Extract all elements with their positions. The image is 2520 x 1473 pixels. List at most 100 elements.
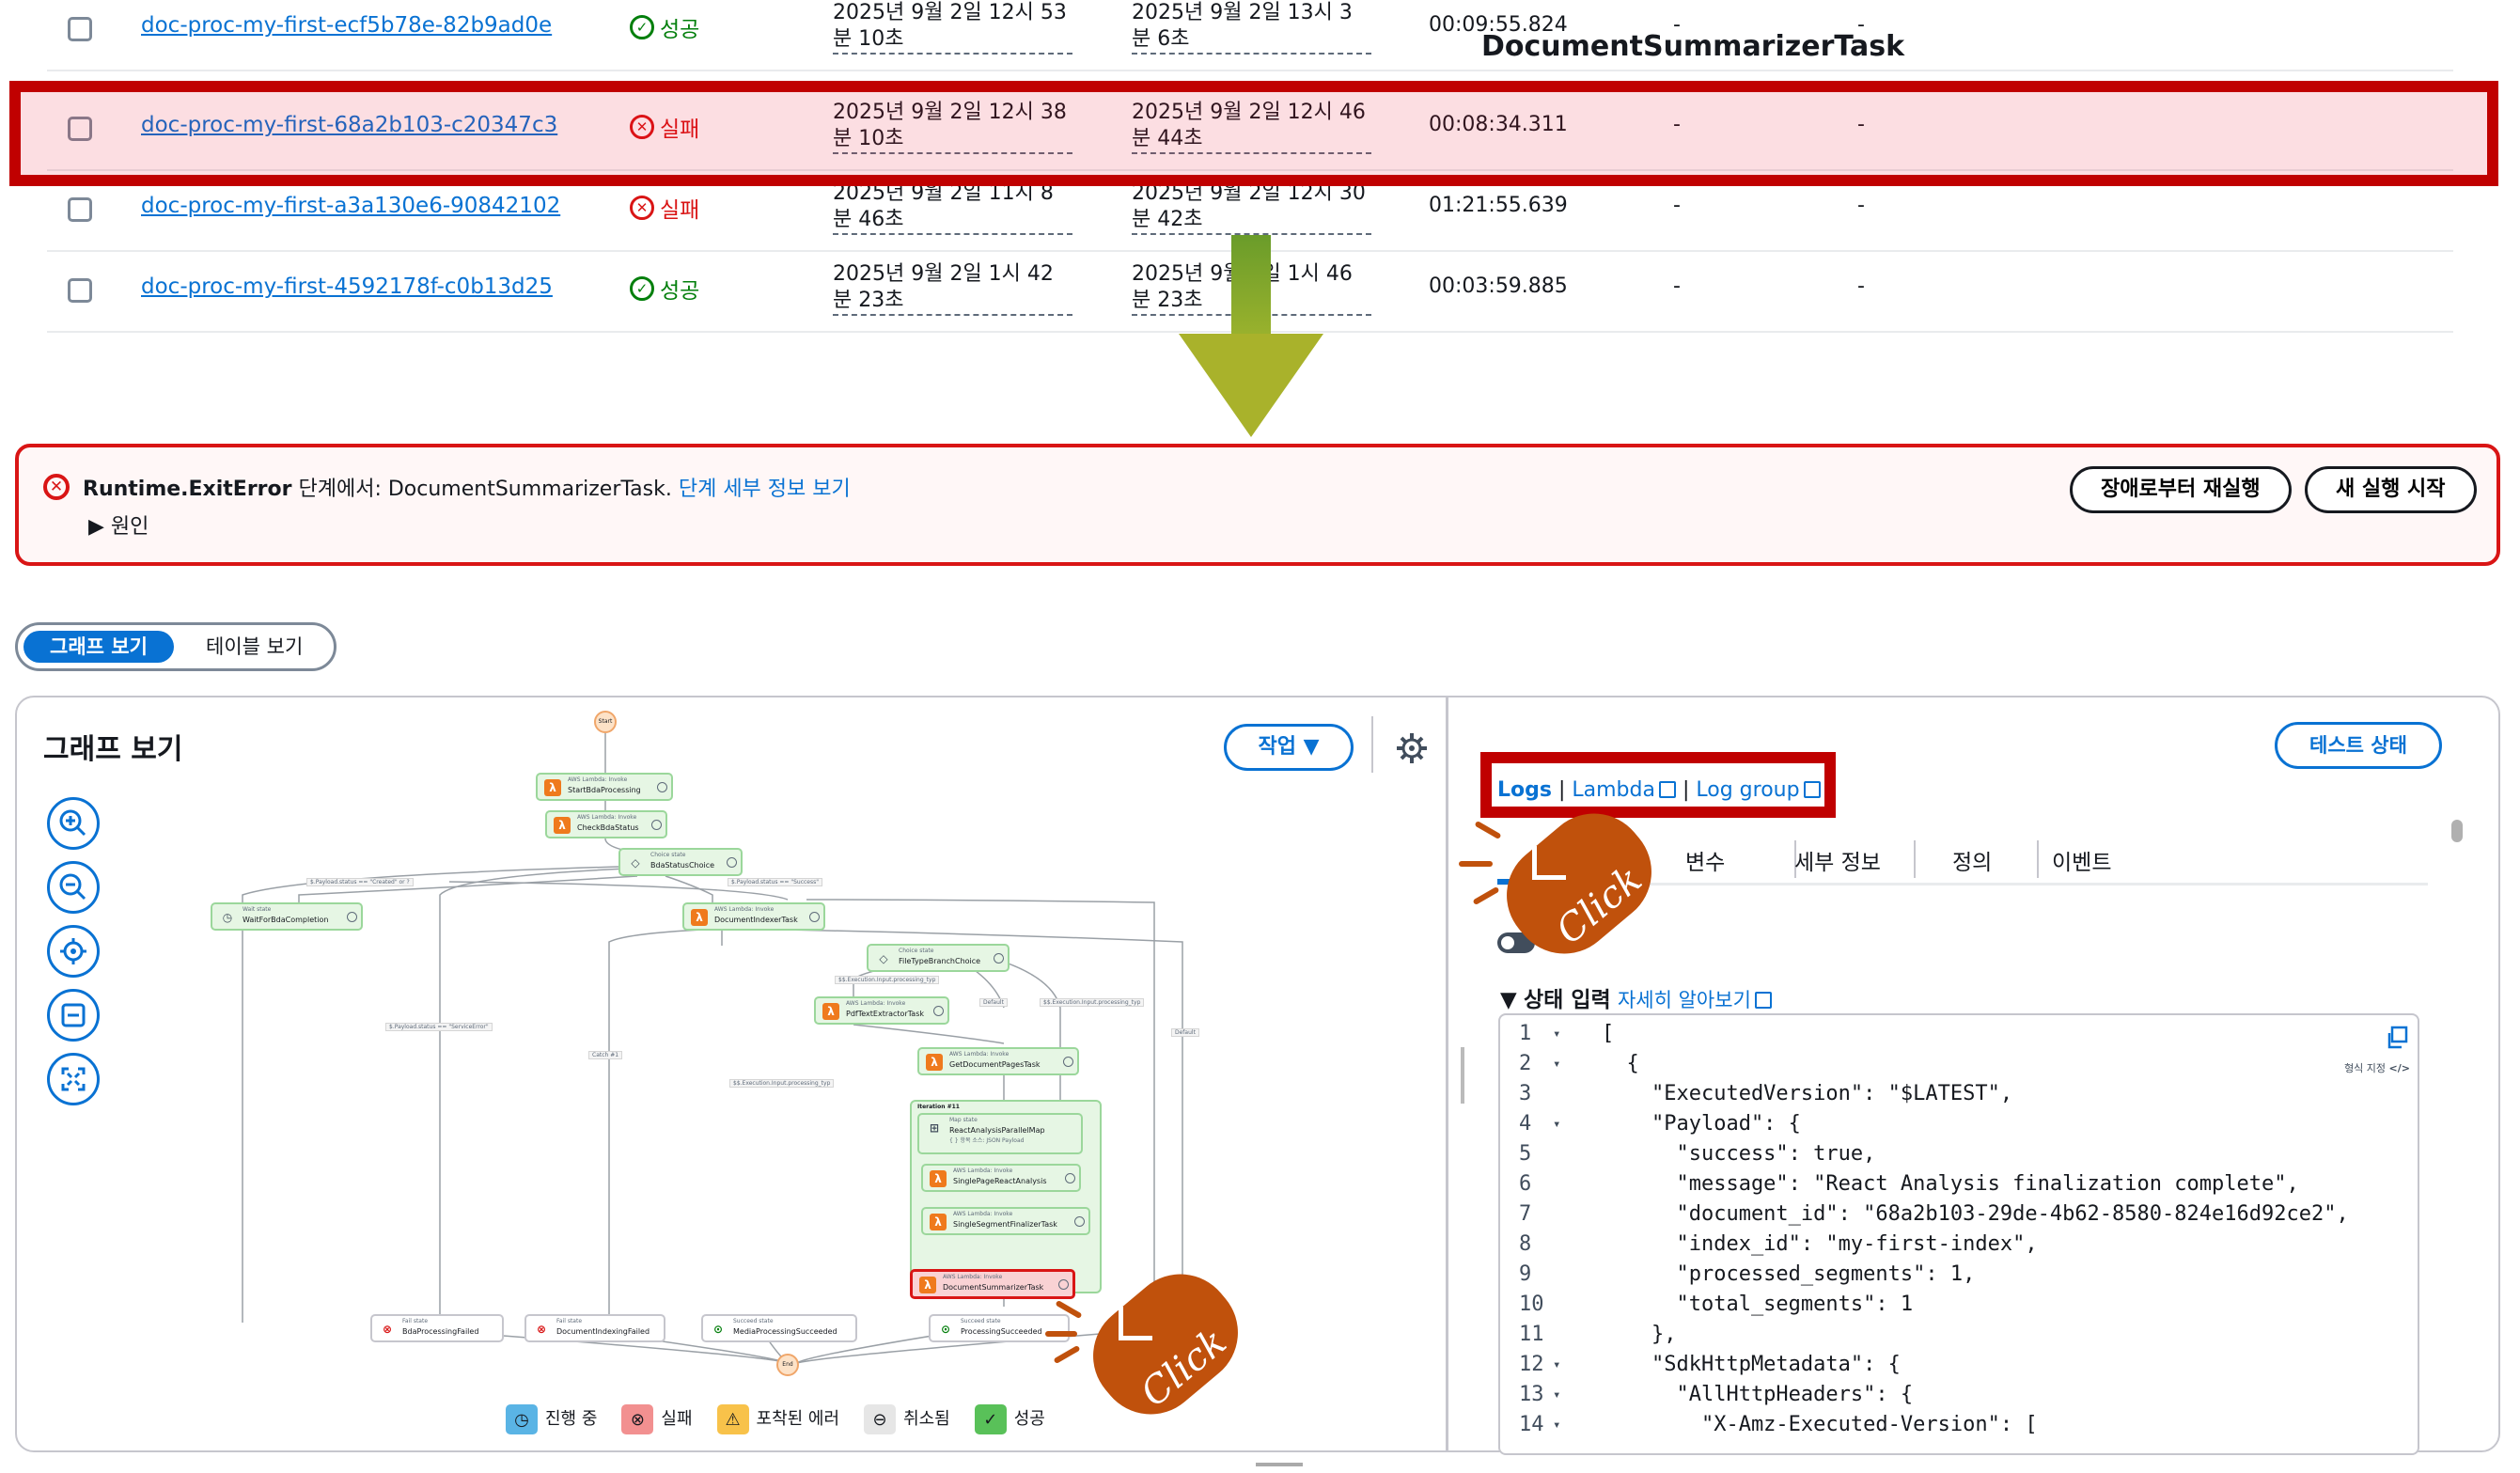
graph-node-single-segment-finalizer[interactable]: λ AWS Lambda: Invoke SingleSegmentFinalize… [921, 1207, 1090, 1235]
graph-view-option[interactable]: 그래프 보기 [23, 631, 174, 663]
graph-node-document-summarizer[interactable]: λ AWS Lambda: Invoke DocumentSummarizerTas… [910, 1269, 1075, 1299]
status-badge: ✓ 성공 [630, 273, 699, 305]
legend-item: ⚠ 포착된 에러 [716, 1404, 839, 1434]
fold-caret-icon[interactable]: ▾ [1553, 1019, 1560, 1049]
graph-node-get-document-pages[interactable]: λ AWS Lambda: Invoke GetDocumentPagesTask [917, 1047, 1079, 1075]
tab-variables[interactable]: 변수 [1685, 844, 1725, 876]
splitter-grip-icon[interactable] [1461, 1047, 1464, 1104]
table-row: doc-proc-my-first-ecf5b78e-82b9ad0e ✓ 성공 … [47, 0, 2453, 71]
resize-handle-icon[interactable] [1256, 1463, 1303, 1466]
alert-message: Runtime.ExitError 단계에서: DocumentSummariz… [83, 478, 851, 501]
scrollbar[interactable] [2451, 820, 2463, 842]
success-icon: ✓ [630, 15, 654, 39]
graph-node-single-page-react[interactable]: λ AWS Lambda: Invoke SinglePageReactAnalys… [921, 1164, 1081, 1192]
edge-label: Default [979, 998, 1008, 1007]
graph-node-bda-status-choice[interactable]: ◇ Choice state BdaStatusChoice [618, 848, 743, 876]
code-text: "processed_segments": 1, [1602, 1262, 1976, 1286]
choice-icon: ◇ [631, 856, 640, 870]
state-detail-title: DocumentSummarizerTask [1481, 30, 1905, 63]
tab-definition[interactable]: 정의 [1952, 844, 1992, 876]
graph-node-bda-failed[interactable]: ⊗ Fail state BdaProcessingFailed [370, 1314, 504, 1342]
graph-node-indexing-failed[interactable]: ⊗ Fail state DocumentIndexingFailed [524, 1314, 665, 1342]
execution-link[interactable]: doc-proc-my-first-a3a130e6-90842102 [141, 194, 560, 218]
graph-legend: ◷ 진행 중 ⊗ 실패 ⚠ 포착된 에러 ⊖ 취소됨 ✓ 성공 [506, 1404, 1045, 1434]
format-button[interactable]: 형식 지정 </> [2344, 1060, 2410, 1075]
execution-link[interactable]: doc-proc-my-first-ecf5b78e-82b9ad0e [141, 13, 552, 38]
fold-caret-icon[interactable]: ▾ [1553, 1109, 1560, 1139]
legend-item: ✓ 성공 [974, 1404, 1045, 1434]
learn-more-link[interactable]: 자세히 알아보기 [1618, 989, 1772, 1011]
graph-node-media-succeeded[interactable]: ⊙ Succeed state MediaProcessingSucceeded [701, 1314, 857, 1342]
graph-node-pdf-text-extractor[interactable]: λ AWS Lambda: Invoke PdfTextExtractorTask [814, 996, 949, 1025]
edge-label: $$.Execution.Input.processing_typ [835, 976, 940, 984]
empty-cell: - [1673, 274, 1681, 298]
lambda-icon: λ [919, 1277, 936, 1293]
end-node[interactable]: End [776, 1354, 799, 1376]
row-checkbox[interactable] [68, 17, 92, 41]
graph-node-wait-for-bda[interactable]: ◷ Wait state WaitForBdaCompletion [211, 902, 363, 931]
code-text: [ [1602, 1022, 1615, 1045]
choice-icon: ◇ [879, 952, 888, 965]
tab-details[interactable]: 세부 정보 [1794, 844, 1881, 876]
line-number: 7 [1519, 1202, 1532, 1226]
edge-label: Catch #1 [588, 1051, 623, 1059]
stop-time: 2025년 9월 2일 12시 30 분 42초 [1132, 180, 1371, 235]
edge-label: $$.Execution.Input.processing_typ [1040, 998, 1145, 1007]
fold-caret-icon[interactable]: ▾ [1553, 1380, 1560, 1410]
down-arrow-head [1179, 334, 1323, 437]
row-checkbox[interactable] [68, 197, 92, 222]
graph-node-file-type-choice[interactable]: ◇ Choice state FileTypeBranchChoice [867, 944, 1010, 972]
start-time: 2025년 9월 2일 1시 42분 23초 [833, 261, 1072, 316]
tab-events[interactable]: 이벤트 [2052, 844, 2111, 876]
code-text: "AllHttpHeaders": { [1602, 1383, 1914, 1406]
table-view-option[interactable]: 테이블 보기 [206, 631, 303, 663]
code-text: }, [1602, 1323, 1677, 1346]
graph-node-check-bda-status[interactable]: λ AWS Lambda: Invoke CheckBdaStatus [545, 810, 667, 838]
empty-cell: - [1673, 194, 1681, 217]
legend-item: ◷ 진행 중 [506, 1404, 597, 1434]
cancelled-icon: ⊖ [864, 1404, 897, 1434]
step-details-link[interactable]: 단계 세부 정보 보기 [679, 478, 851, 501]
fold-caret-icon[interactable]: ▾ [1553, 1410, 1560, 1440]
row-checkbox[interactable] [68, 278, 92, 303]
status-badge: ✕ 실패 [630, 192, 699, 224]
state-input-code-viewer[interactable]: 형식 지정 </> 1 ▾[2 ▾ {3 "ExecutedVersion": "$… [1498, 1013, 2419, 1455]
error-alert: ✕ Runtime.ExitError 단계에서: DocumentSummar… [15, 444, 2500, 566]
code-text: "X-Amz-Executed-Version": [ [1602, 1413, 2038, 1436]
code-text: "success": true, [1602, 1142, 1876, 1166]
line-number: 3 [1519, 1082, 1532, 1105]
lambda-icon: λ [926, 1054, 943, 1071]
start-node[interactable]: Start [594, 711, 617, 733]
state-input-header[interactable]: ▼ 상태 입력 자세히 알아보기 [1500, 981, 1772, 1013]
graph-node-processing-succeeded[interactable]: ⊙ Succeed state ProcessingSucceeded [929, 1314, 1070, 1342]
graph-node-react-analysis-map[interactable]: ⊞ Map state ReactAnalysisParallelMap{ } 항목… [917, 1113, 1083, 1154]
highlight-failed-row [9, 81, 2498, 186]
new-execution-button[interactable]: 새 실행 시작 [2305, 466, 2477, 513]
empty-cell: - [1857, 194, 1865, 217]
line-number: 8 [1519, 1232, 1532, 1256]
gear-icon[interactable] [1391, 728, 1432, 769]
error-icon: ✕ [43, 474, 70, 500]
duration: 00:03:59.885 [1429, 274, 1568, 298]
fold-caret-icon[interactable]: ▾ [1553, 1049, 1560, 1079]
code-text: "document_id": "68a2b103-29de-4b62-8580-… [1602, 1202, 2349, 1226]
code-text: "Payload": { [1602, 1112, 1801, 1136]
graph-node-document-indexer[interactable]: λ AWS Lambda: Invoke DocumentIndexerTask [682, 902, 825, 931]
redrive-button[interactable]: 장애로부터 재실행 [2070, 466, 2292, 513]
divider [1371, 716, 1373, 773]
edge-label: $.Payload.status == "Created" or ? [306, 878, 414, 886]
graph-node-start-bda-processing[interactable]: λ AWS Lambda: Invoke StartBdaProcessing [536, 773, 673, 801]
lambda-icon: λ [822, 1003, 839, 1020]
panel-splitter[interactable] [1446, 697, 1448, 1452]
succeed-icon: ⊙ [940, 1323, 951, 1336]
code-text: "SdkHttpMetadata": { [1602, 1353, 1901, 1376]
copy-icon[interactable] [2384, 1025, 2410, 1051]
execution-link[interactable]: doc-proc-my-first-4592178f-c0b13d25 [141, 274, 553, 299]
test-state-button[interactable]: 테스트 상태 [2275, 722, 2442, 769]
legend-item: ⊗ 실패 [621, 1404, 693, 1434]
clock-icon: ◷ [222, 911, 233, 924]
fold-caret-icon[interactable]: ▾ [1553, 1350, 1560, 1380]
code-text: "ExecutedVersion": "$LATEST", [1602, 1082, 2013, 1105]
cause-expander[interactable]: ▶ 원인 [88, 509, 149, 540]
lambda-icon: λ [930, 1214, 947, 1230]
